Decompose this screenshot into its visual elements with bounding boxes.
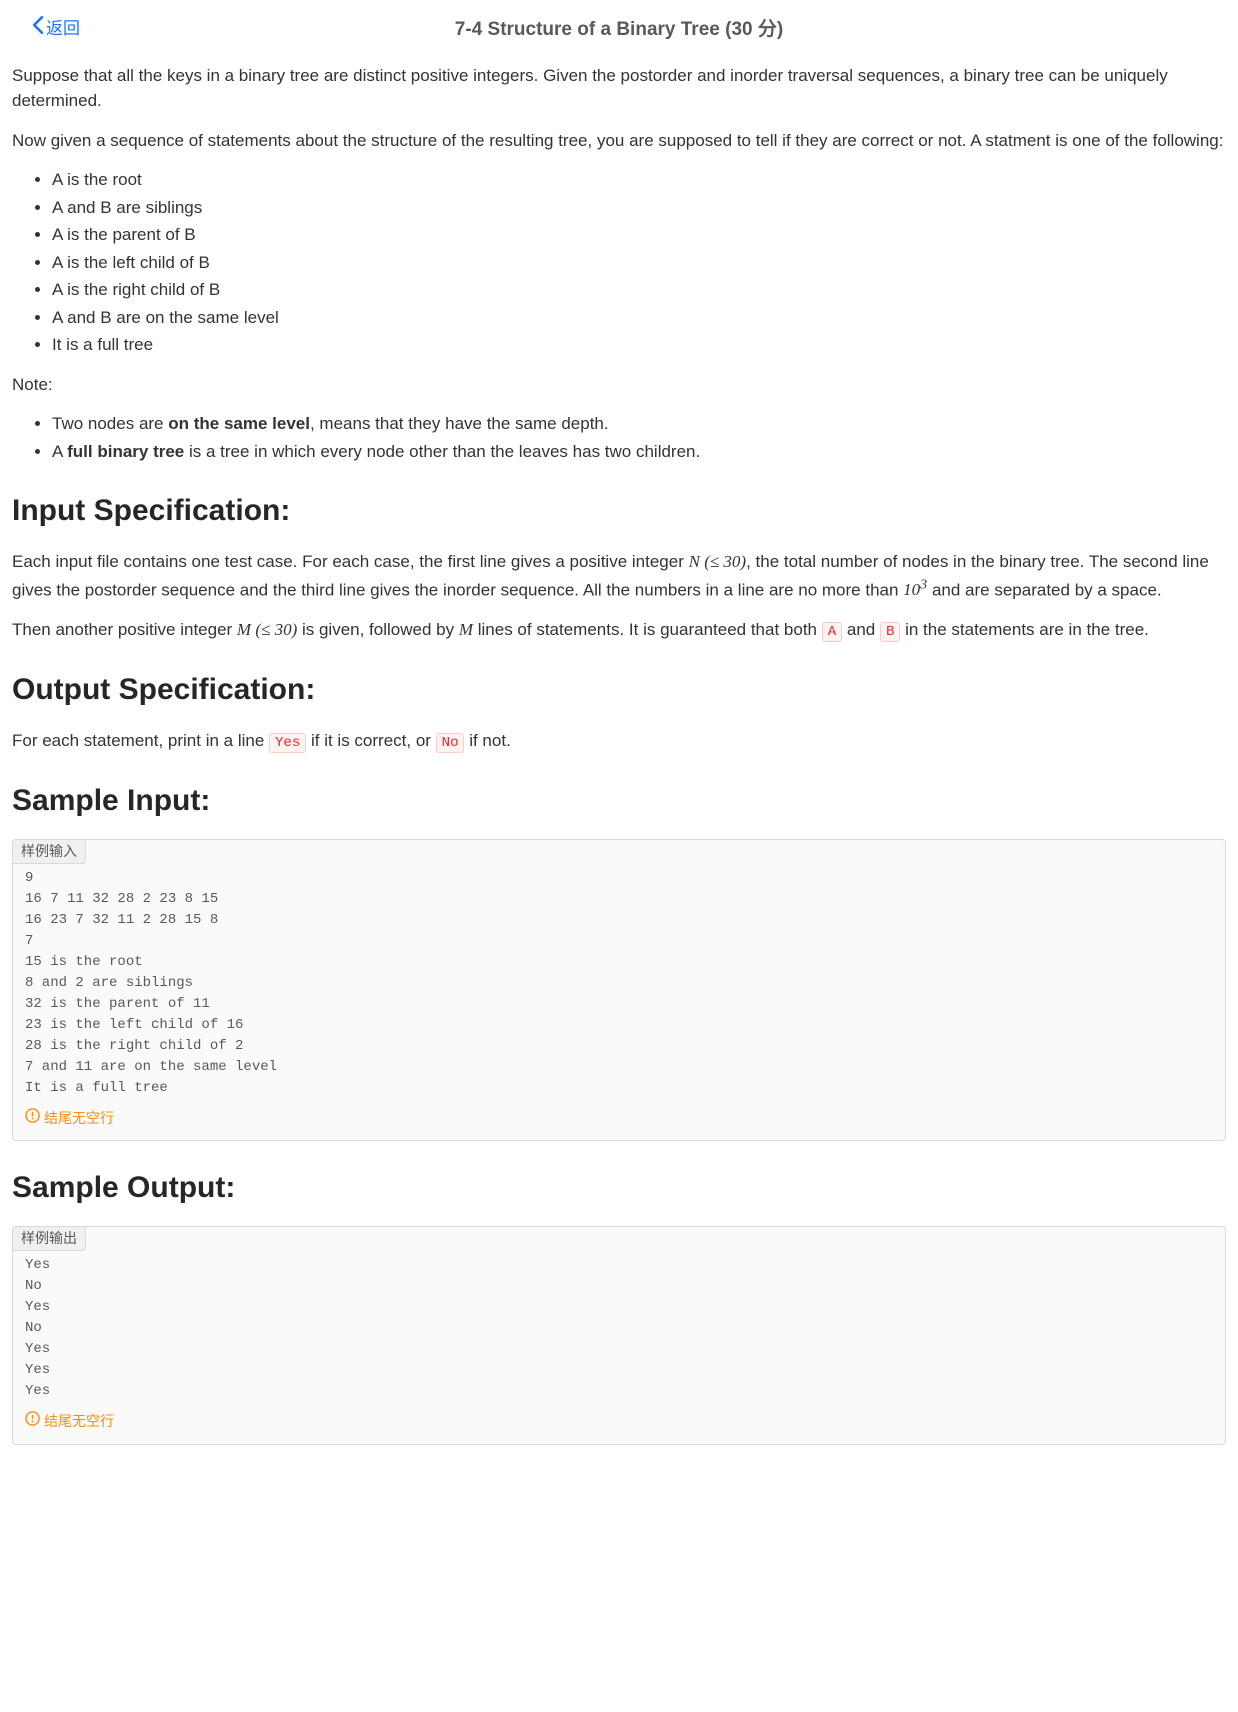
- warning-icon: [25, 1108, 40, 1129]
- sample-output-heading: Sample Output:: [12, 1165, 1226, 1210]
- warning-icon: [25, 1411, 40, 1432]
- sample-output-text: Yes No Yes No Yes Yes Yes: [25, 1255, 1213, 1402]
- no-blank-text: 结尾无空行: [44, 1108, 114, 1129]
- inline-code: A: [822, 622, 842, 642]
- no-blank-text: 结尾无空行: [44, 1411, 114, 1432]
- list-item: A is the root: [52, 167, 1226, 193]
- math-expr: (≤ 30): [251, 620, 297, 639]
- text: A: [52, 442, 67, 461]
- sample-output-box: 样例输出 Yes No Yes No Yes Yes Yes 结尾无空行: [12, 1226, 1226, 1445]
- intro-p1: Suppose that all the keys in a binary tr…: [12, 63, 1226, 114]
- math-expr: 103: [903, 580, 927, 599]
- sample-input-label: 样例输入: [12, 839, 86, 864]
- sample-input-heading: Sample Input:: [12, 778, 1226, 823]
- list-item: It is a full tree: [52, 332, 1226, 358]
- note-list: Two nodes are on the same level, means t…: [12, 411, 1226, 464]
- text: Two nodes are: [52, 414, 168, 433]
- sample-output-label: 样例输出: [12, 1226, 86, 1251]
- text: For each statement, print in a line: [12, 731, 269, 750]
- list-item: A and B are on the same level: [52, 305, 1226, 331]
- note-label: Note:: [12, 372, 1226, 398]
- page-title: 7-4 Structure of a Binary Tree (30 分): [455, 19, 783, 40]
- input-spec-p2: Then another positive integer M (≤ 30) i…: [12, 617, 1226, 643]
- intro-p2: Now given a sequence of statements about…: [12, 128, 1226, 154]
- list-item: A full binary tree is a tree in which ev…: [52, 439, 1226, 465]
- list-item: Two nodes are on the same level, means t…: [52, 411, 1226, 437]
- back-button[interactable]: 返回: [32, 16, 80, 42]
- list-item: A and B are siblings: [52, 195, 1226, 221]
- statement-list: A is the root A and B are siblings A is …: [12, 167, 1226, 358]
- problem-content: Suppose that all the keys in a binary tr…: [10, 63, 1228, 1445]
- bold-text: on the same level: [168, 414, 310, 433]
- math-var: M: [237, 620, 251, 639]
- text: is a tree in which every node other than…: [184, 442, 700, 461]
- math-var: N: [689, 552, 700, 571]
- text: , means that they have the same depth.: [310, 414, 609, 433]
- input-spec-heading: Input Specification:: [12, 488, 1226, 533]
- chevron-left-icon: [32, 16, 44, 42]
- sample-input-box: 样例输入 9 16 7 11 32 28 2 23 8 15 16 23 7 3…: [12, 839, 1226, 1142]
- text: if it is correct, or: [306, 731, 435, 750]
- bold-text: full binary tree: [67, 442, 184, 461]
- math-var: M: [459, 620, 473, 639]
- inline-code: Yes: [269, 733, 306, 753]
- input-spec-p1: Each input file contains one test case. …: [12, 549, 1226, 603]
- output-spec-p: For each statement, print in a line Yes …: [12, 728, 1226, 754]
- inline-code: No: [436, 733, 465, 753]
- no-blank-line-hint: 结尾无空行: [25, 1108, 114, 1129]
- output-spec-heading: Output Specification:: [12, 667, 1226, 712]
- sample-input-text: 9 16 7 11 32 28 2 23 8 15 16 23 7 32 11 …: [25, 868, 1213, 1099]
- header-bar: 返回 7-4 Structure of a Binary Tree (30 分): [10, 16, 1228, 45]
- text: 10: [903, 580, 920, 599]
- list-item: A is the parent of B: [52, 222, 1226, 248]
- text: is given, followed by: [297, 620, 459, 639]
- no-blank-line-hint: 结尾无空行: [25, 1411, 114, 1432]
- text: and: [842, 620, 880, 639]
- text: lines of statements. It is guaranteed th…: [473, 620, 822, 639]
- text: in the statements are in the tree.: [900, 620, 1149, 639]
- text: Each input file contains one test case. …: [12, 552, 689, 571]
- math-expr: (≤ 30): [700, 552, 746, 571]
- list-item: A is the right child of B: [52, 277, 1226, 303]
- text: if not.: [464, 731, 510, 750]
- inline-code: B: [880, 622, 900, 642]
- text: and are separated by a space.: [927, 580, 1161, 599]
- back-label: 返回: [46, 16, 80, 42]
- list-item: A is the left child of B: [52, 250, 1226, 276]
- text: Then another positive integer: [12, 620, 237, 639]
